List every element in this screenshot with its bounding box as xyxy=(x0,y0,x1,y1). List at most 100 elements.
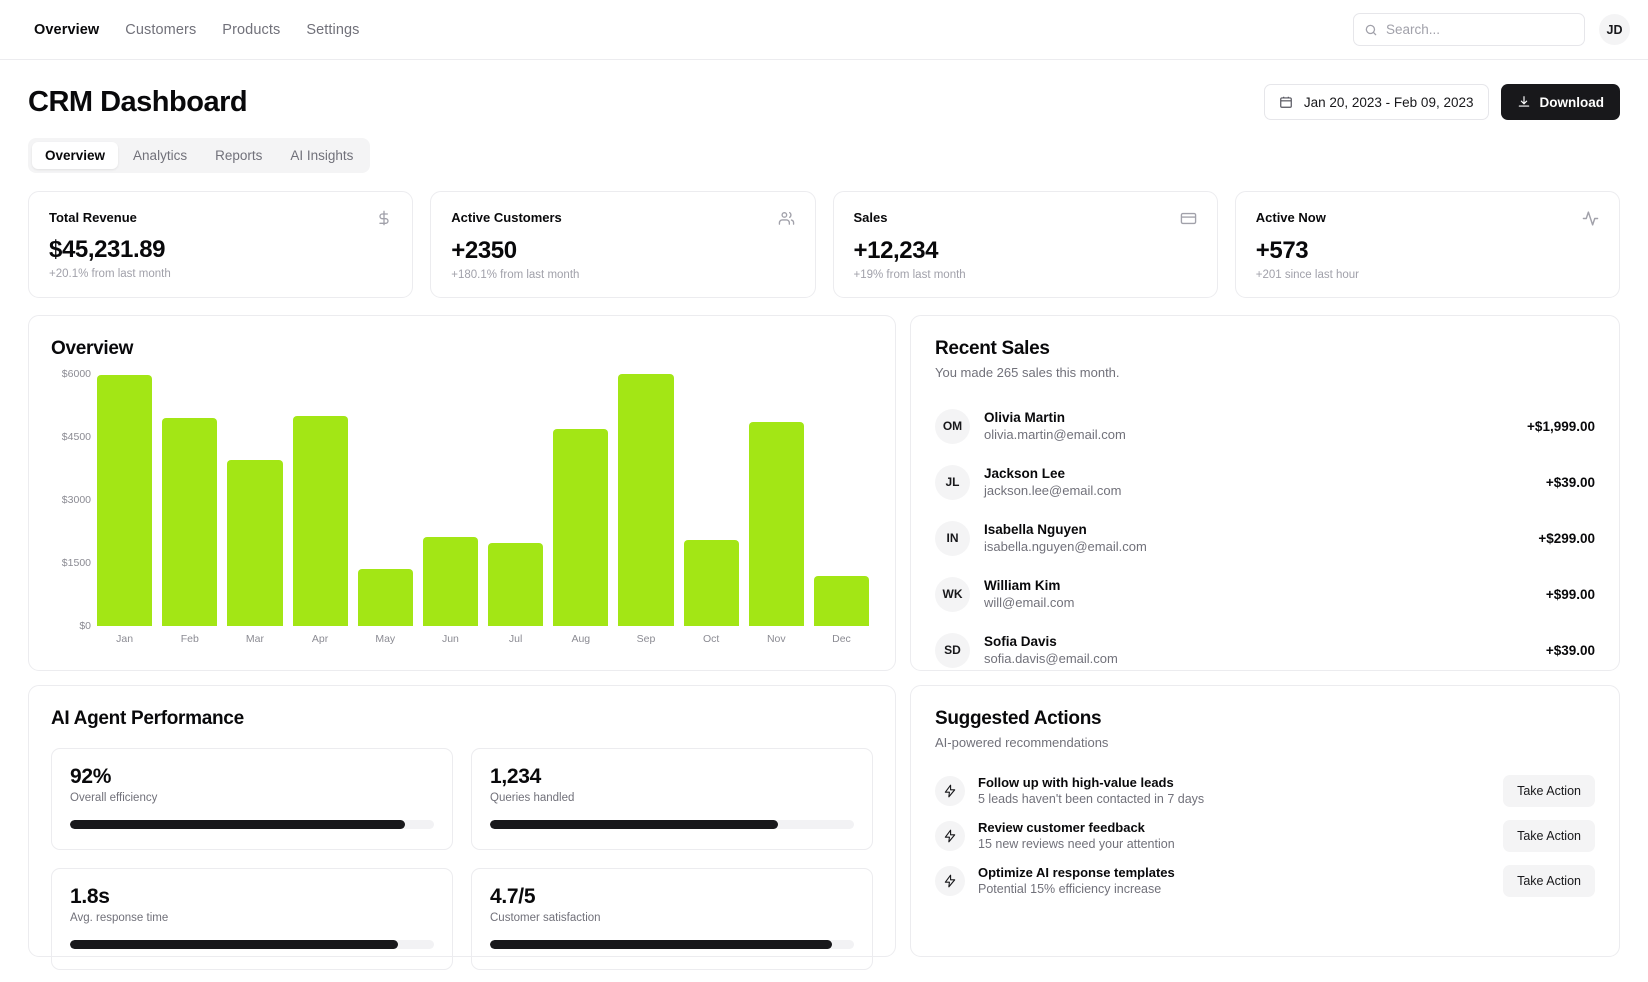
suggested-action-title: Review customer feedback xyxy=(978,820,1145,835)
kpi-label: Active Now xyxy=(1255,210,1326,225)
search-input[interactable] xyxy=(1386,22,1574,37)
take-action-button[interactable]: Take Action xyxy=(1503,819,1595,852)
sale-amount: +$39.00 xyxy=(1545,642,1595,658)
bar xyxy=(488,543,544,626)
kpi-card-active-customers: Active Customers +2350 +180.1% from last m… xyxy=(430,191,816,298)
bar xyxy=(553,429,609,626)
bar-column-jul[interactable] xyxy=(488,374,544,626)
download-label: Download xyxy=(1539,94,1605,110)
performance-metric-card: 92% Overall efficiency xyxy=(51,748,453,850)
take-action-button[interactable]: Take Action xyxy=(1503,774,1595,807)
bar-column-sep[interactable] xyxy=(618,374,674,626)
bar-column-nov[interactable] xyxy=(748,374,804,626)
kpi-card-row: Total Revenue $45,231.89 +20.1% from last … xyxy=(28,191,1620,298)
bar-column-jan[interactable] xyxy=(97,374,153,626)
performance-metric-card: 1.8s Avg. response time xyxy=(51,868,453,970)
sale-info: Jackson Lee jackson.lee@email.com xyxy=(984,466,1121,498)
nav-link-products[interactable]: Products xyxy=(222,22,280,38)
search-box[interactable] xyxy=(1353,13,1585,46)
bar-column-feb[interactable] xyxy=(162,374,218,626)
tab-analytics[interactable]: Analytics xyxy=(120,142,200,169)
recent-sales-title: Recent Sales xyxy=(935,338,1050,359)
bar xyxy=(162,417,218,626)
bar xyxy=(683,539,739,626)
page-container: CRM Dashboard Jan 20, 2023 - Feb 09, 202… xyxy=(0,60,1648,970)
date-range-picker[interactable]: Jan 20, 2023 - Feb 09, 2023 xyxy=(1263,84,1489,120)
kpi-subtext: +19% from last month xyxy=(853,269,966,281)
sale-customer-name: Jackson Lee xyxy=(984,466,1066,481)
kpi-value: +2350 xyxy=(451,237,517,264)
sale-customer-name: Isabella Nguyen xyxy=(984,522,1087,537)
kpi-value: +573 xyxy=(1255,237,1309,264)
primary-nav-links: Overview Customers Products Settings xyxy=(34,22,360,38)
users-icon xyxy=(778,210,795,227)
sale-amount: +$99.00 xyxy=(1545,586,1595,602)
sale-customer-name: William Kim xyxy=(984,578,1061,593)
kpi-label: Active Customers xyxy=(451,210,562,225)
performance-metric-value: 4.7/5 xyxy=(490,885,536,908)
performance-metric-card: 4.7/5 Customer satisfaction xyxy=(471,868,873,970)
bar xyxy=(618,374,674,626)
y-axis-tick-label: $6000 xyxy=(61,368,91,380)
performance-metric-value: 1.8s xyxy=(70,885,110,908)
nav-link-overview[interactable]: Overview xyxy=(34,22,99,38)
bar-chart: $0 $1500 $3000 $4500 $6000 Jan Feb Mar Apr May Ju… xyxy=(51,368,873,652)
kpi-value: $45,231.89 xyxy=(49,236,166,263)
header-actions: Jan 20, 2023 - Feb 09, 2023 Download xyxy=(1263,84,1620,120)
performance-metric-value: 1,234 xyxy=(490,765,542,788)
bar-column-may[interactable] xyxy=(357,374,413,626)
bar xyxy=(97,375,153,626)
sale-list-item[interactable]: JL Jackson Lee jackson.lee@email.com +$39.0… xyxy=(935,454,1595,510)
date-range-label: Jan 20, 2023 - Feb 09, 2023 xyxy=(1303,94,1474,110)
x-axis-tick-label: Jan xyxy=(116,633,134,645)
bar-column-apr[interactable] xyxy=(292,374,348,626)
kpi-subtext: +180.1% from last month xyxy=(451,269,580,281)
kpi-card-header: Sales xyxy=(854,210,1197,227)
nav-link-customers[interactable]: Customers xyxy=(125,22,196,38)
x-axis-tick-label: Dec xyxy=(832,633,851,645)
tab-overview[interactable]: Overview xyxy=(32,142,119,169)
suggested-actions-list: Follow up with high-value leads 5 leads h… xyxy=(935,768,1595,903)
suggested-action-description: 5 leads haven't been contacted in 7 days xyxy=(978,792,1205,806)
bar-column-dec[interactable] xyxy=(813,374,870,626)
avatar: JL xyxy=(935,464,970,500)
avatar: SD xyxy=(935,632,970,668)
bar xyxy=(292,415,348,626)
top-nav-right-group: JD xyxy=(1353,13,1630,46)
y-axis-tick-label: $1500 xyxy=(61,557,91,569)
progress-bar-track xyxy=(70,940,434,949)
kpi-card-header: Active Customers xyxy=(451,210,794,227)
nav-link-settings[interactable]: Settings xyxy=(306,22,359,38)
credit-card-icon xyxy=(1180,210,1197,227)
bar-column-oct[interactable] xyxy=(683,374,739,626)
kpi-card-header: Active Now xyxy=(1256,210,1599,227)
kpi-label: Total Revenue xyxy=(49,210,137,225)
take-action-button[interactable]: Take Action xyxy=(1503,864,1595,897)
sale-customer-email: sofia.davis@email.com xyxy=(984,651,1118,666)
x-axis-tick-label: Aug xyxy=(571,633,591,645)
sale-list-item[interactable]: OM Olivia Martin olivia.martin@email.com +$… xyxy=(935,398,1595,454)
bar-column-aug[interactable] xyxy=(553,374,609,626)
y-axis-tick-label: $4500 xyxy=(61,431,91,443)
x-axis-tick-label: May xyxy=(375,633,396,645)
progress-bar-track xyxy=(490,940,854,949)
x-axis-tick-label: Mar xyxy=(245,633,264,645)
sale-list-item[interactable]: IN Isabella Nguyen isabella.nguyen@email.c… xyxy=(935,510,1595,566)
kpi-label: Sales xyxy=(853,210,888,225)
kpi-subtext: +201 since last hour xyxy=(1255,269,1359,281)
sale-list-item[interactable]: SD Sofia Davis sofia.davis@email.com +$39.0… xyxy=(935,622,1595,678)
user-avatar[interactable]: JD xyxy=(1599,14,1630,45)
tab-ai-insights[interactable]: AI Insights xyxy=(277,142,366,169)
tab-reports[interactable]: Reports xyxy=(202,142,275,169)
sale-list-item[interactable]: WK William Kim will@email.com +$99.00 xyxy=(935,566,1595,622)
progress-bar-fill xyxy=(70,940,398,949)
suggested-action-description: Potential 15% efficiency increase xyxy=(978,882,1162,896)
bar xyxy=(227,460,283,626)
sale-info: Olivia Martin olivia.martin@email.com xyxy=(984,410,1126,442)
performance-metric-label: Overall efficiency xyxy=(70,792,158,804)
bar-column-jun[interactable] xyxy=(422,374,479,626)
download-button[interactable]: Download xyxy=(1500,84,1620,120)
sale-customer-email: jackson.lee@email.com xyxy=(984,483,1122,498)
bar-column-mar[interactable] xyxy=(227,374,283,626)
suggested-action-text: Review customer feedback 15 new reviews n… xyxy=(978,820,1175,851)
